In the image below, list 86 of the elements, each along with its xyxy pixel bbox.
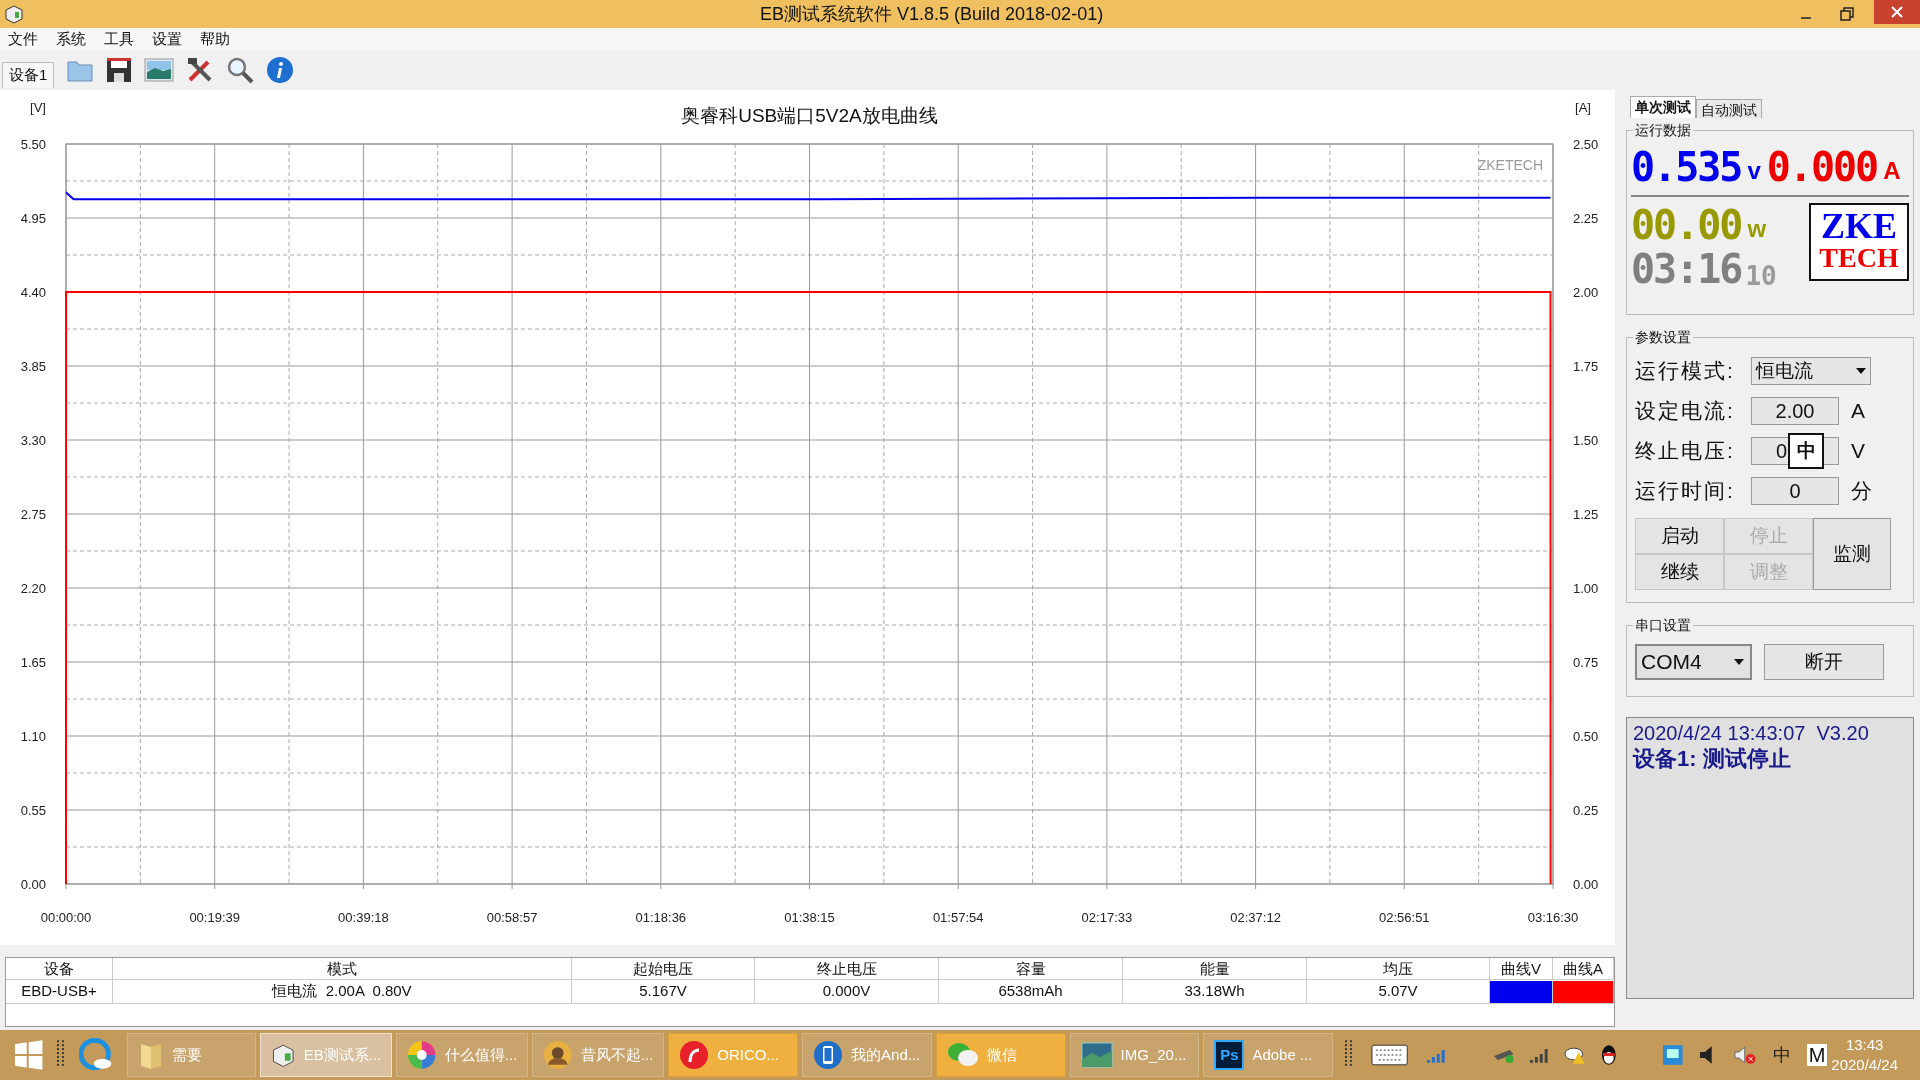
table-cell: EBD-USB+	[6, 980, 113, 1003]
column-header: 均压	[1307, 958, 1490, 979]
axis-label: [A]	[1575, 100, 1591, 115]
axis-tick-label: 02:56:51	[1379, 910, 1430, 925]
chart-annotation: ZKETECH	[1477, 157, 1543, 173]
app-label: 需要	[171, 1044, 202, 1065]
axis-tick-label: 1.00	[1573, 581, 1599, 596]
axis-tick-label: 0.00	[20, 877, 46, 892]
axis-tick-label: 01:18:36	[635, 910, 687, 925]
axis-tick-label: 1.10	[20, 729, 46, 744]
axis-tick-label: 00:19:39	[189, 910, 240, 925]
time-reading: 03:16	[1631, 247, 1742, 291]
log-line: 设备1: 测试停止	[1633, 746, 1792, 772]
axis-label: [V]	[30, 100, 46, 115]
unit-label: A	[1851, 398, 1865, 425]
axis-tick-label: 00:39:18	[338, 910, 389, 925]
axis-tick-label: 2.00	[1573, 285, 1599, 300]
app-label: Adobe ...	[1252, 1044, 1313, 1065]
app-label: ORICO...	[717, 1044, 779, 1065]
axis-tick-label: 2.75	[20, 507, 46, 522]
app-label: 什么值得...	[444, 1044, 518, 1065]
column-header: 曲线A	[1553, 958, 1614, 979]
group-title: 参数设置	[1633, 328, 1693, 346]
ime-status-tooltip: 中	[1788, 433, 1824, 469]
app-label: IMG_20...	[1120, 1044, 1187, 1065]
chart-title: 奥睿科USB端口5V2A放电曲线	[681, 105, 938, 126]
axis-tick-label: 4.95	[20, 211, 46, 226]
axis-tick-label: 02:37:12	[1230, 910, 1281, 925]
table-cell: 恒电流 2.00A 0.80V	[113, 980, 572, 1003]
unit-label: V	[1851, 438, 1865, 465]
axis-tick-label: 3.30	[20, 433, 46, 448]
column-header: 模式	[113, 958, 572, 979]
axis-tick-label: 02:17:33	[1081, 910, 1133, 925]
column-header: 曲线V	[1490, 958, 1553, 979]
logo-text: ZKE	[1821, 210, 1897, 242]
column-header: 容量	[939, 958, 1123, 979]
field-label: 设定电流:	[1635, 398, 1736, 425]
column-header: 设备	[6, 958, 113, 979]
power-reading: 00.00	[1631, 203, 1742, 247]
axis-tick-label: 01:38:15	[784, 910, 835, 925]
axis-tick-label: 2.50	[1573, 137, 1599, 152]
current-reading: 0.000	[1766, 145, 1878, 189]
field-label: 终止电压:	[1635, 438, 1736, 465]
table-cell: 5.167V	[572, 980, 755, 1003]
log-line: 2020/4/24 13:43:07 V3.20	[1633, 721, 1870, 746]
axis-tick-label: 1.50	[1573, 433, 1599, 448]
axis-tick-label: 0.50	[1573, 729, 1599, 744]
axis-tick-label: 03:16:30	[1527, 910, 1579, 925]
axis-tick-label: 1.65	[20, 655, 46, 670]
app-label: 我的And...	[851, 1044, 921, 1065]
column-header: 能量	[1123, 958, 1307, 979]
axis-tick-label: 4.40	[20, 285, 46, 300]
axis-tick-label: 0.25	[1573, 803, 1599, 818]
photoshop-icon: Ps	[1214, 1040, 1245, 1070]
column-header: 终止电压	[755, 958, 939, 979]
column-header: 起始电压	[572, 958, 755, 979]
axis-tick-label: 01:57:54	[932, 910, 984, 925]
group-title: 串口设置	[1633, 616, 1693, 634]
app-label: 微信	[986, 1044, 1017, 1065]
axis-tick-label: 00:58:57	[486, 910, 538, 925]
axis-tick-label: 0.55	[20, 803, 46, 818]
axis-tick-label: 1.25	[1573, 507, 1599, 522]
field-label: 运行时间:	[1635, 478, 1736, 505]
unit-label: A	[1883, 156, 1901, 186]
logo-text: TECH	[1819, 242, 1899, 274]
axis-tick-label: 0.75	[1573, 655, 1599, 670]
app-label: EB测试系...	[303, 1044, 382, 1065]
table-cell: 0.000V	[755, 980, 939, 1003]
window-title: EB测试系统软件 V1.8.5 (Build 2018-02-01)	[760, 2, 1104, 26]
axis-tick-label: 2.20	[20, 581, 46, 596]
axis-tick-label: 2.25	[1573, 211, 1599, 226]
axis-tick-label: 1.75	[1573, 359, 1599, 374]
voltage-reading: 0.535	[1631, 145, 1742, 189]
axis-tick-label: 3.85	[20, 359, 46, 374]
axis-tick-label: 5.50	[20, 137, 46, 152]
axis-tick-label: 00:00:00	[40, 910, 92, 925]
table-cell: 6538mAh	[939, 980, 1123, 1003]
field-label: 运行模式:	[1635, 358, 1736, 385]
unit-label: w	[1747, 214, 1767, 244]
unit-label: 分	[1851, 478, 1872, 505]
seconds-reading: 10	[1745, 261, 1777, 291]
table-cell: 33.18Wh	[1123, 980, 1307, 1003]
unit-label: v	[1747, 156, 1761, 186]
app-label: 昔风不起...	[580, 1044, 654, 1065]
axis-tick-label: 0.00	[1573, 877, 1599, 892]
group-title: 运行数据	[1633, 121, 1693, 139]
